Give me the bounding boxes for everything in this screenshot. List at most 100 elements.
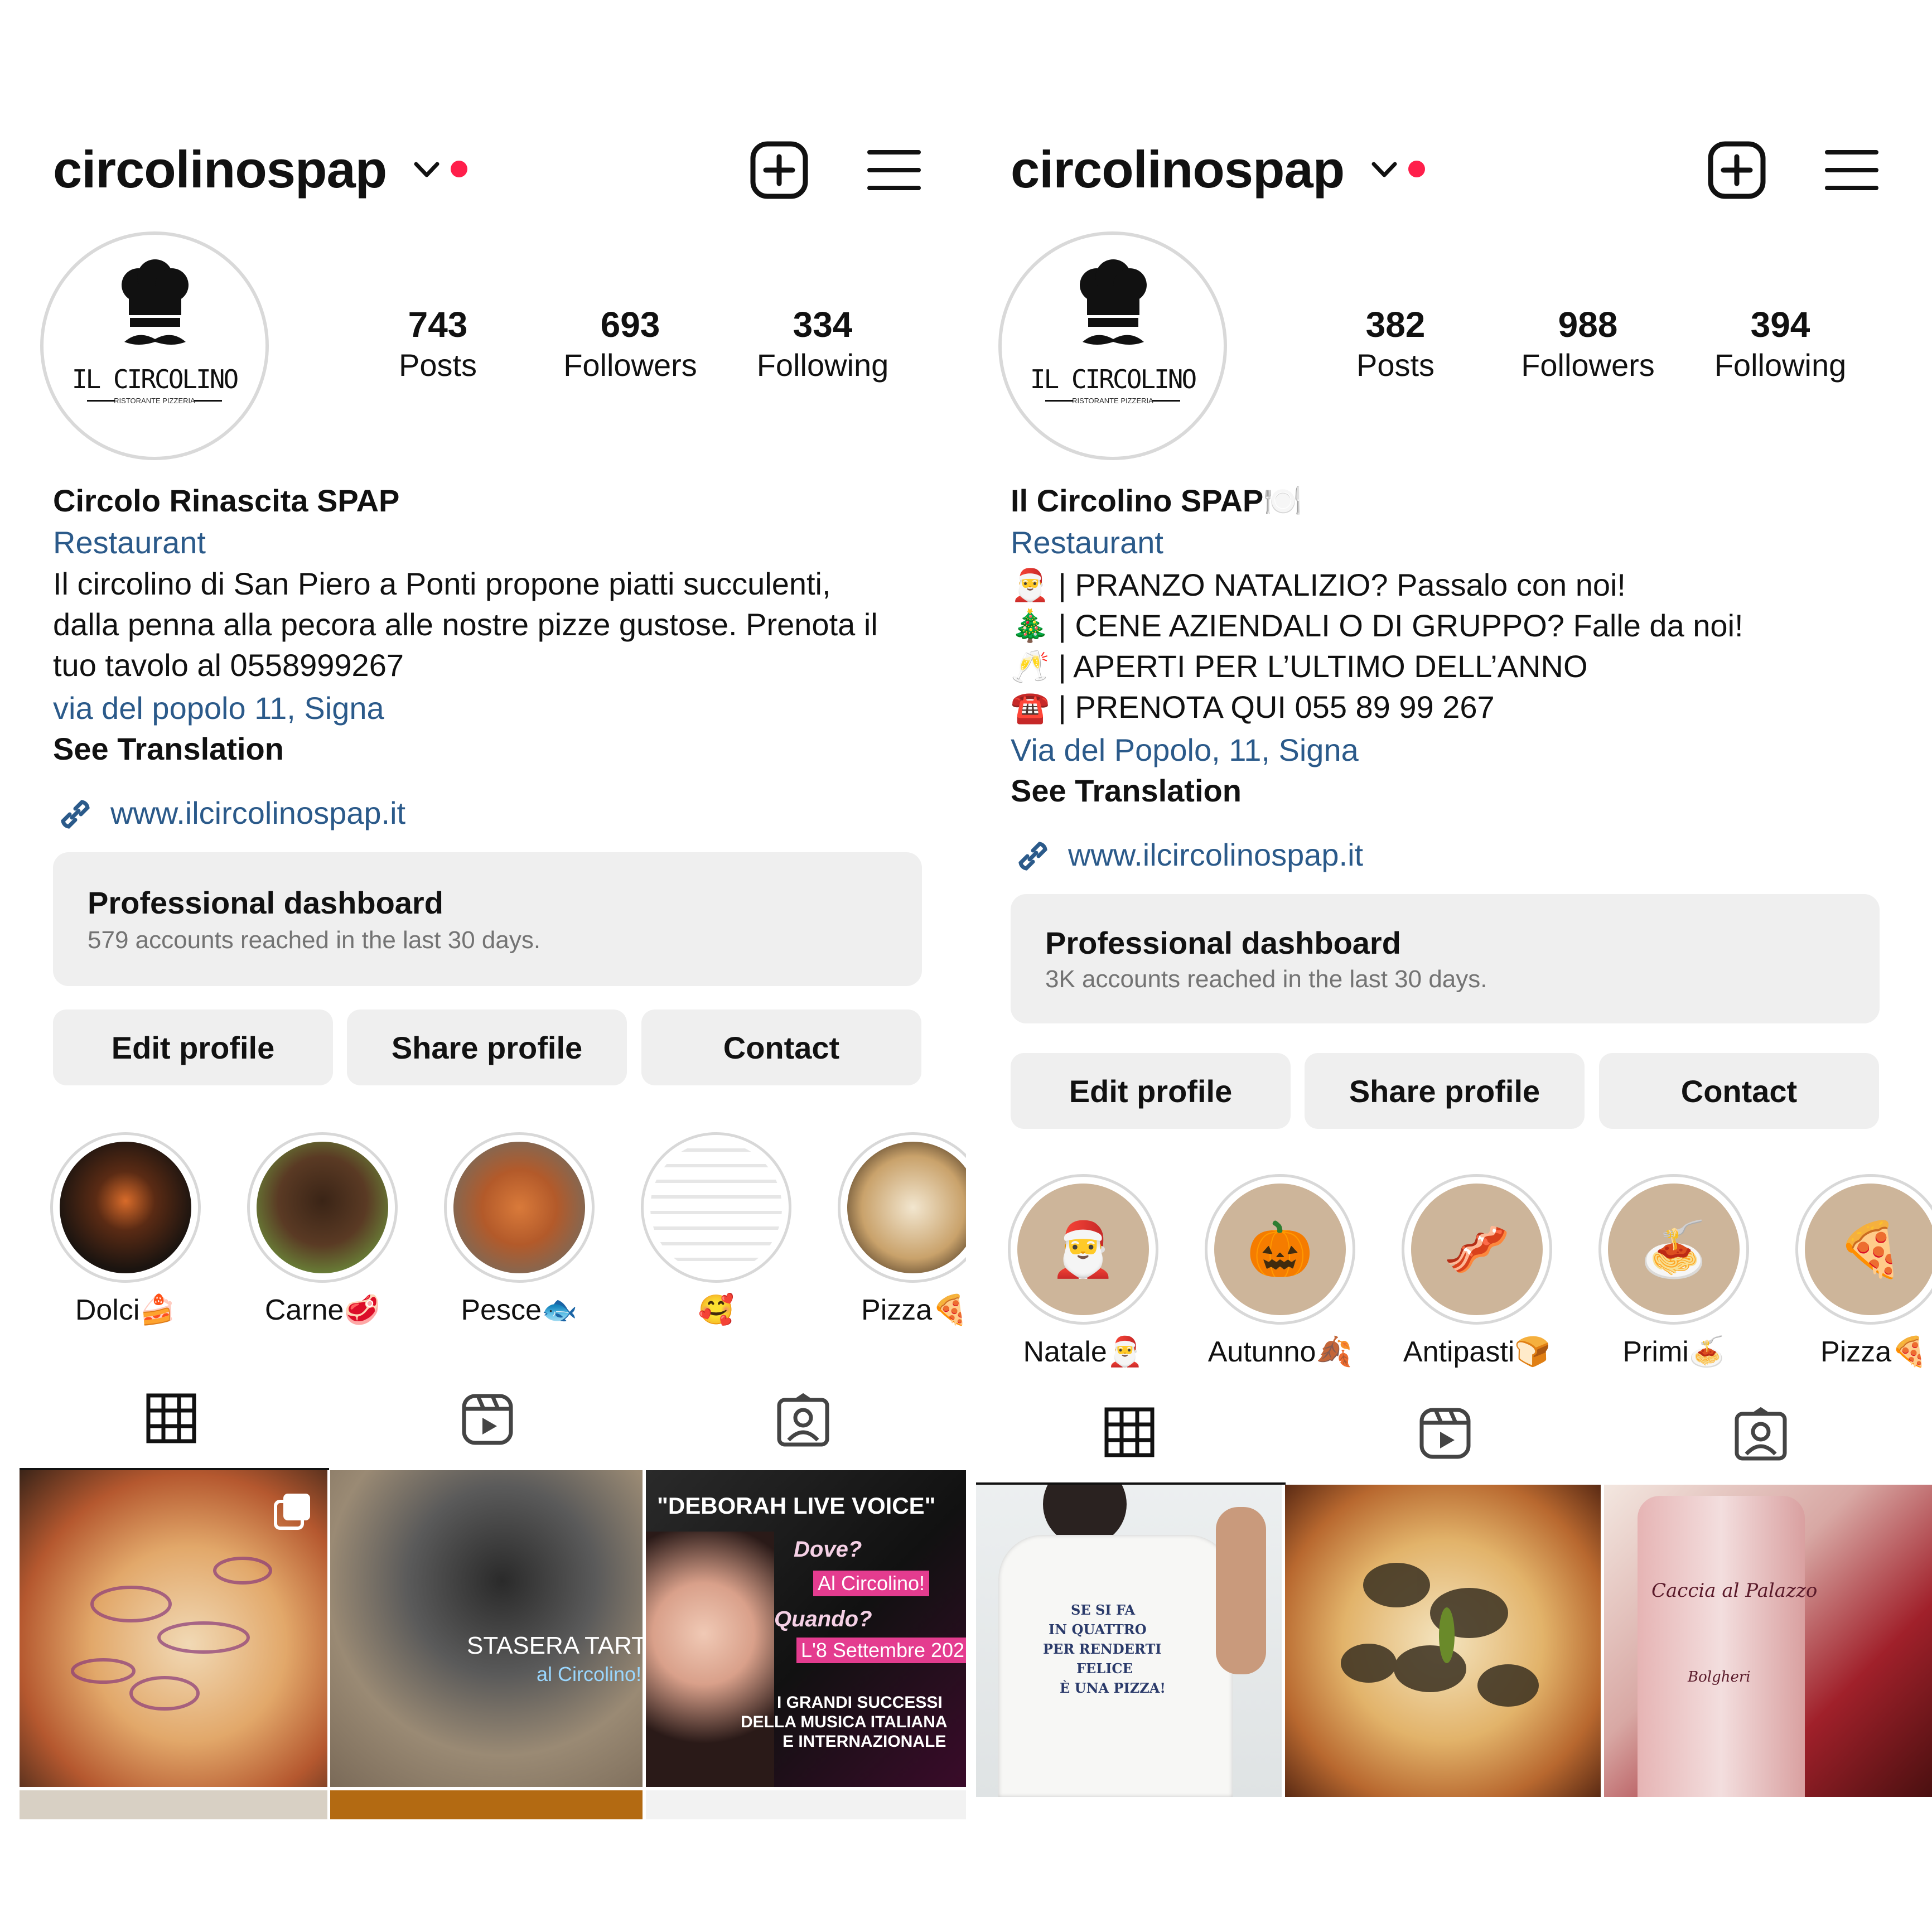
professional-dashboard[interactable]: Professional dashboard 3K accounts reach…: [1011, 894, 1880, 1023]
following-label: Following: [756, 347, 889, 383]
highlight-icon: 🍕: [1837, 1220, 1904, 1279]
profile-avatar[interactable]: IL CIRCOLINO RISTORANTE PIZZERIA: [40, 231, 269, 460]
tshirt-line: È UNA PIZZA!: [1060, 1680, 1166, 1696]
post-thumbnail-partial[interactable]: [330, 1790, 643, 1819]
avatar-rule-right: [194, 400, 222, 402]
posts-count[interactable]: 382: [1301, 304, 1490, 345]
profile-name: Circolo Rinascita SPAP: [53, 483, 400, 518]
followers-count[interactable]: 988: [1493, 304, 1683, 345]
dashboard-subtitle: 3K accounts reached in the last 30 days.: [1045, 965, 1487, 993]
bio-line: ☎️ | PRENOTA QUI 055 89 99 267: [1011, 689, 1495, 724]
post-thumbnail[interactable]: SE SI FA IN QUATTRO PER RENDERTI FELICE …: [976, 1485, 1282, 1797]
username[interactable]: circolinospap: [1011, 139, 1345, 200]
website-link[interactable]: www.ilcircolinospap.it: [1068, 837, 1363, 873]
contact-button[interactable]: Contact: [641, 1010, 921, 1085]
posts-label: Posts: [398, 347, 477, 383]
avatar-sub-text: RISTORANTE PIZZERIA: [114, 397, 195, 405]
bio-line: 🎄 | CENE AZIENDALI O DI GRUPPO? Falle da…: [1011, 608, 1743, 643]
dashboard-title: Professional dashboard: [88, 885, 443, 920]
post-thumbnail[interactable]: Caccia al Palazzo Bolgheri: [1604, 1485, 1932, 1797]
bio-line: 🥂 | APERTI PER L’ULTIMO DELL’ANNO: [1011, 649, 1588, 684]
highlight-icon: 🥓: [1443, 1220, 1510, 1279]
post-line: E INTERNAZIONALE: [783, 1732, 946, 1751]
grid-icon[interactable]: [1104, 1407, 1155, 1457]
notification-dot: [451, 161, 467, 177]
posts-count[interactable]: 743: [343, 304, 533, 345]
highlight-label: Carne🥩: [264, 1294, 380, 1326]
highlight-dolci[interactable]: [50, 1132, 201, 1283]
post-thumbnail[interactable]: [20, 1470, 327, 1787]
tagged-icon[interactable]: [1734, 1407, 1788, 1461]
address-link[interactable]: Via del Popolo, 11, Signa: [1011, 732, 1359, 768]
see-translation-button[interactable]: See Translation: [1011, 772, 1242, 809]
following-count[interactable]: 334: [728, 304, 917, 345]
post-thumbnail-partial[interactable]: [20, 1790, 327, 1819]
bio-line: 🎅 | PRANZO NATALIZIO? Passalo con noi!: [1011, 567, 1626, 602]
username[interactable]: circolinospap: [53, 139, 387, 200]
highlight-reviews[interactable]: [641, 1132, 791, 1283]
website-link[interactable]: www.ilcircolinospap.it: [110, 795, 405, 831]
link-icon: [1018, 842, 1047, 871]
post-thumbnail-partial[interactable]: [646, 1790, 966, 1819]
link-icon: [61, 800, 90, 829]
post-line: Al Circolino!: [813, 1571, 930, 1596]
share-profile-button[interactable]: Share profile: [347, 1010, 627, 1085]
address-link[interactable]: via del popolo 11, Signa: [53, 690, 384, 726]
tagged-icon[interactable]: [776, 1393, 830, 1447]
eggplant-topping-decoration: [1341, 1563, 1539, 1707]
highlight-carne[interactable]: [247, 1132, 398, 1283]
followers-label: Followers: [563, 347, 697, 383]
new-post-icon[interactable]: [1708, 141, 1766, 199]
highlight-icon: 🎅: [1050, 1220, 1117, 1279]
highlight-pesce[interactable]: [444, 1132, 595, 1283]
highlight-label: Dolci🍰: [75, 1294, 176, 1326]
highlight-label: Pizza🍕: [861, 1294, 966, 1326]
tshirt-line: IN QUATTRO: [1049, 1621, 1147, 1638]
share-profile-button[interactable]: Share profile: [1305, 1053, 1585, 1129]
new-post-icon[interactable]: [750, 141, 808, 199]
chevron-down-icon[interactable]: [1371, 162, 1397, 178]
grid-icon[interactable]: [146, 1393, 196, 1443]
portrait-photo: [646, 1532, 774, 1787]
highlight-antipasti[interactable]: 🥓: [1402, 1174, 1552, 1325]
highlight-label: Pesce🐟: [461, 1294, 578, 1326]
highlight-pizza[interactable]: [838, 1132, 966, 1283]
post-thumbnail[interactable]: "DEBORAH LIVE VOICE" Dove? Al Circolino!…: [646, 1470, 966, 1787]
profile-category[interactable]: Restaurant: [53, 524, 206, 561]
highlight-natale[interactable]: 🎅: [1008, 1174, 1158, 1325]
profile-avatar[interactable]: IL CIRCOLINO RISTORANTE PIZZERIA: [998, 231, 1227, 460]
professional-dashboard[interactable]: Professional dashboard 579 accounts reac…: [53, 852, 922, 986]
chevron-down-icon[interactable]: [414, 162, 439, 178]
following-count[interactable]: 394: [1685, 304, 1875, 345]
edit-profile-button[interactable]: Edit profile: [1011, 1053, 1291, 1129]
highlight-cover: [257, 1142, 388, 1273]
reels-icon[interactable]: [1419, 1407, 1471, 1460]
highlight-primi[interactable]: 🍝: [1598, 1174, 1749, 1325]
menu-icon[interactable]: [867, 148, 921, 192]
post-thumbnail[interactable]: STASERA TARTUFO al Circolino!: [330, 1470, 643, 1787]
highlight-icon: 🎃: [1247, 1220, 1313, 1279]
notification-dot: [1408, 161, 1425, 177]
followers-count[interactable]: 693: [535, 304, 725, 345]
dashboard-subtitle: 579 accounts reached in the last 30 days…: [88, 926, 541, 954]
reels-icon[interactable]: [461, 1393, 514, 1446]
tshirt-line: FELICE: [1076, 1660, 1133, 1677]
post-line: Dove?: [794, 1537, 862, 1562]
post-thumbnail[interactable]: [1285, 1485, 1601, 1797]
right-profile-screen: circolinospap IL CIRCOLINO RISTORANTE PI…: [966, 0, 1932, 1932]
avatar-rule-left: [87, 400, 115, 402]
highlight-label: 🥰: [698, 1294, 735, 1326]
avatar-rule-left: [1045, 400, 1073, 402]
see-translation-button[interactable]: See Translation: [53, 731, 284, 767]
wine-bottle: [1638, 1496, 1805, 1797]
avatar-logo-text: IL CIRCOLINO: [71, 364, 239, 394]
contact-button[interactable]: Contact: [1599, 1053, 1879, 1129]
menu-icon[interactable]: [1825, 148, 1878, 192]
avatar-rule-right: [1152, 400, 1180, 402]
edit-profile-button[interactable]: Edit profile: [53, 1010, 333, 1085]
profile-category[interactable]: Restaurant: [1011, 524, 1163, 561]
highlight-autunno[interactable]: 🎃: [1205, 1174, 1355, 1325]
post-caption: STASERA TARTUFO: [467, 1632, 643, 1659]
highlight-pizza[interactable]: 🍕: [1795, 1174, 1932, 1325]
highlight-icon: 🍝: [1640, 1220, 1707, 1279]
